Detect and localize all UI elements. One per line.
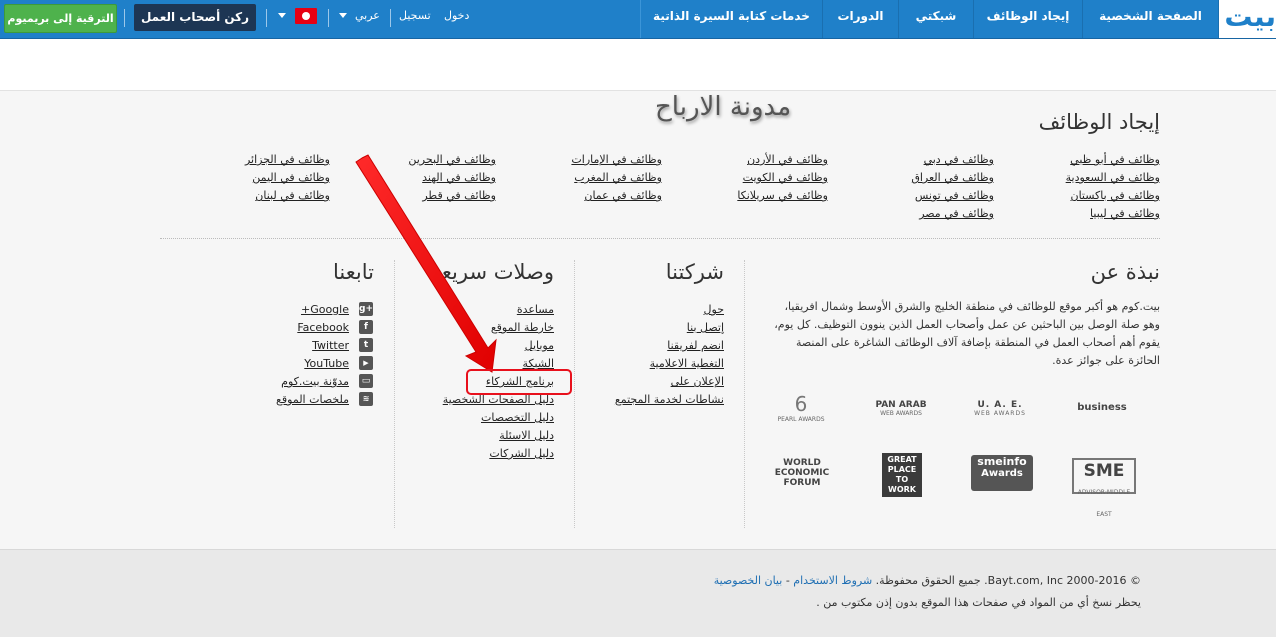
privacy-link[interactable]: بيان الخصوصية [714,574,783,587]
footer-notice: يحظر نسخ أي من المواد في صفحات هذا الموق… [816,596,1141,609]
footer-copyright-line: © 2000-2016 Bayt.com, Inc. جميع الحقوق م… [713,574,1141,587]
terms-link[interactable]: شروط الاستخدام [793,574,872,587]
footer: © 2000-2016 Bayt.com, Inc. جميع الحقوق م… [0,549,1276,637]
copyright-text: © 2000-2016 Bayt.com, Inc. جميع الحقوق م… [875,574,1141,587]
arrow-shape [355,154,497,373]
highlight-box [466,369,572,395]
annotation-arrow [355,154,497,373]
